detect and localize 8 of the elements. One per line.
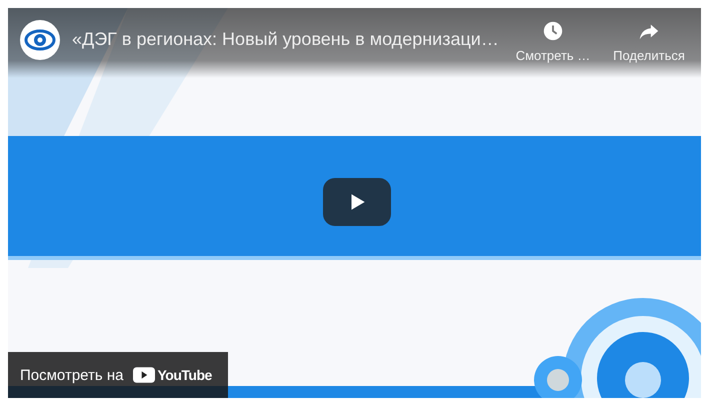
clock-icon xyxy=(542,20,564,42)
share-button[interactable]: Поделиться xyxy=(607,20,691,63)
play-button[interactable] xyxy=(323,178,391,226)
video-title[interactable]: «ДЭГ в регионах: Новый уровень в модернизаци… xyxy=(72,29,511,50)
watch-later-button[interactable]: Смотреть … xyxy=(511,20,595,63)
channel-logo-icon[interactable] xyxy=(20,20,60,60)
watch-on-youtube-link[interactable]: Посмотреть на YouTube xyxy=(8,352,228,398)
play-logo-icon xyxy=(133,367,156,383)
